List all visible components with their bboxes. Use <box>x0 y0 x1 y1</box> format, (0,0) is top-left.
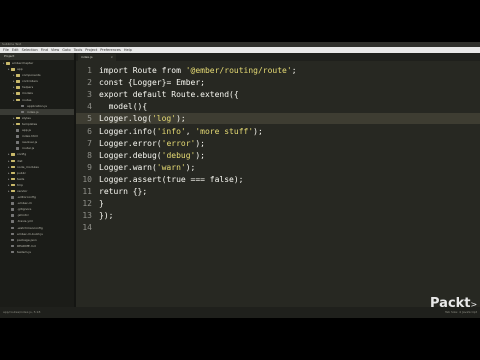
folder-icon <box>16 122 20 126</box>
file-icon <box>16 135 19 138</box>
code-line[interactable]: model(){ <box>99 102 148 111</box>
file-icon <box>11 202 14 205</box>
folder-icon <box>11 159 15 162</box>
tab-bar: index.js × <box>76 53 480 61</box>
sidebar-header: Project <box>0 53 74 60</box>
file-tree: ▸ emberchapter ▸ app ▸ components ▸ controllers… <box>0 60 74 255</box>
code-line[interactable]: export default Route.extend({ <box>99 90 239 99</box>
line-number: 12 <box>82 199 92 209</box>
status-bar: app/routes/index.js, 5:18 Tab Size: 4 Ja… <box>0 307 480 318</box>
folder-icon <box>11 68 15 71</box>
folder-icon <box>11 165 15 169</box>
line-number: 14 <box>82 223 92 233</box>
file-icon <box>21 110 24 114</box>
code-line[interactable]: } <box>99 199 104 208</box>
tab-index-js[interactable]: index.js × <box>78 54 116 61</box>
code-line[interactable]: }); <box>99 211 113 220</box>
code-line[interactable]: Logger.warn('warn'); <box>99 163 195 172</box>
folder-icon <box>11 153 15 156</box>
code-line[interactable]: Logger.error('error'); <box>99 139 205 148</box>
folder-icon <box>11 189 15 193</box>
file-icon <box>11 244 14 248</box>
folder-icon <box>16 74 20 77</box>
app-window: Sublime Text File Edit Selection Find View Go… <box>0 42 480 318</box>
sidebar-item[interactable]: testem.js <box>0 249 74 255</box>
folder-icon <box>16 92 20 95</box>
folder-icon <box>16 80 20 83</box>
folder-icon <box>16 86 20 89</box>
file-icon <box>16 147 19 150</box>
folder-icon <box>16 116 20 120</box>
line-number: 7 <box>87 138 92 148</box>
tab-label: index.js <box>81 55 93 59</box>
sidebar: Project ▸ emberchapter ▸ app ▸ components ▸ con… <box>0 53 74 307</box>
file-icon <box>11 196 14 199</box>
folder-icon <box>6 62 10 65</box>
code-line[interactable]: Logger.assert(true === false); <box>99 175 244 184</box>
code-line[interactable]: Logger.debug('debug'); <box>99 151 205 160</box>
code-line[interactable]: const {Logger}= Ember; <box>99 78 205 87</box>
close-icon[interactable]: × <box>110 54 113 61</box>
file-icon <box>21 104 24 108</box>
folder-icon <box>16 98 20 102</box>
line-number: 10 <box>82 174 92 184</box>
line-number: 8 <box>87 150 92 160</box>
file-icon <box>11 232 14 236</box>
packt-logo: Packt> <box>430 296 478 311</box>
line-number: 5 <box>87 114 92 124</box>
line-number: 3 <box>87 90 92 100</box>
folder-icon <box>11 171 15 175</box>
file-icon <box>11 238 14 242</box>
code-line[interactable]: import Route from '@ember/routing/route'… <box>99 66 297 75</box>
line-number: 4 <box>87 102 92 112</box>
line-number: 1 <box>87 66 92 75</box>
file-icon <box>11 226 14 230</box>
sidebar-item-label: testem.js <box>17 249 31 254</box>
code-line[interactable]: Logger.log('log'); <box>99 114 186 123</box>
file-icon <box>11 214 14 217</box>
folder-icon <box>11 177 15 181</box>
line-number: 11 <box>82 187 92 196</box>
file-icon <box>16 141 19 144</box>
file-icon <box>11 220 14 223</box>
file-icon <box>11 250 14 254</box>
file-icon <box>11 208 14 211</box>
line-number: 9 <box>87 162 92 172</box>
file-icon <box>16 129 19 132</box>
status-position: app/routes/index.js, 5:18 <box>3 310 41 314</box>
folder-icon <box>11 183 15 187</box>
code-line[interactable]: Logger.info('info', 'more stuff'); <box>99 127 263 136</box>
code-editor[interactable]: 1 2 3 4 5 6 7 8 9 10 11 12 13 14 import Route from '@… <box>76 61 480 307</box>
line-number: 13 <box>82 211 92 221</box>
line-number-gutter: 1 2 3 4 5 6 7 8 9 10 11 12 13 14 <box>76 61 96 307</box>
code-line[interactable]: return {}; <box>99 187 147 196</box>
line-number: 6 <box>87 126 92 136</box>
line-number: 2 <box>87 78 92 88</box>
